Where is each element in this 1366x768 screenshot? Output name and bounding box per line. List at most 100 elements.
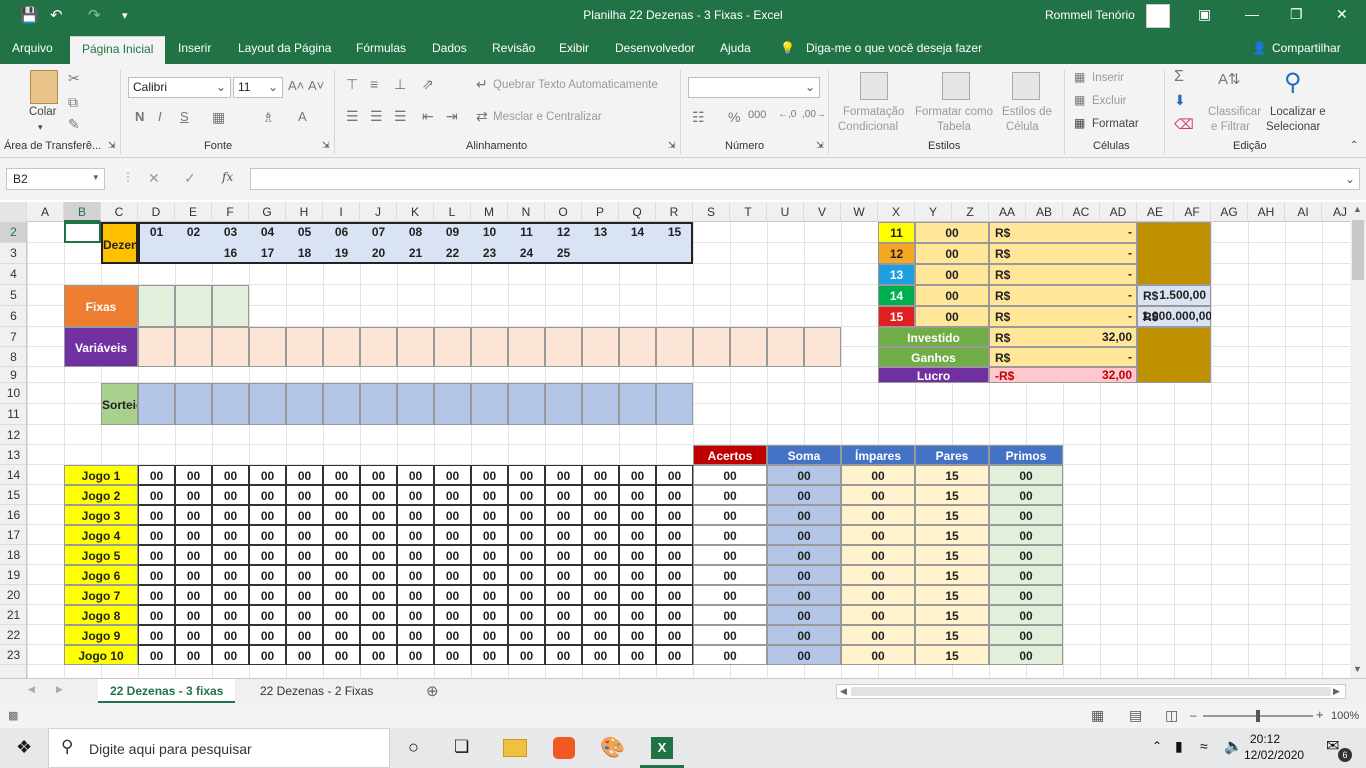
format-painter-icon[interactable]: ✎ — [68, 116, 80, 133]
sorteio-input[interactable] — [434, 383, 471, 425]
jogo-impares[interactable]: 00 — [841, 525, 915, 545]
jogo-number[interactable]: 00 — [323, 465, 360, 485]
jogo-number[interactable]: 00 — [175, 465, 212, 485]
dezena-cell[interactable]: 10 — [471, 222, 508, 243]
scroll-right-icon[interactable]: ▶ — [1333, 686, 1340, 697]
jogo-number[interactable]: 00 — [471, 625, 508, 645]
jogo-number[interactable]: 00 — [582, 565, 619, 585]
row-header-4[interactable]: 4 — [0, 264, 26, 285]
jogo-number[interactable]: 00 — [175, 565, 212, 585]
jogo-number[interactable]: 00 — [212, 545, 249, 565]
jogo-number[interactable]: 00 — [397, 625, 434, 645]
jogo-number[interactable]: 00 — [508, 565, 545, 585]
formula-input[interactable]: ⌄ — [250, 168, 1360, 190]
column-header-ah[interactable]: AH — [1248, 202, 1285, 222]
jogo-primos[interactable]: 00 — [989, 545, 1063, 565]
jogo-number[interactable]: 00 — [286, 525, 323, 545]
column-header-q[interactable]: Q — [619, 202, 656, 222]
column-header-k[interactable]: K — [397, 202, 434, 222]
conditional-format-button-2[interactable]: Condicional — [838, 121, 898, 133]
font-size-combo[interactable]: 11 ⌄ — [233, 77, 283, 98]
number-format-combo[interactable]: ⌄ — [688, 77, 820, 98]
variavel-input[interactable] — [656, 327, 693, 367]
jogo-number[interactable]: 00 — [212, 585, 249, 605]
clock-time[interactable]: 20:12 — [1250, 732, 1280, 746]
insert-function-icon[interactable]: fx — [222, 170, 233, 184]
thousands-icon[interactable]: 000 — [748, 109, 766, 121]
column-header-ag[interactable]: AG — [1211, 202, 1248, 222]
align-center-icon[interactable]: ☰ — [370, 108, 383, 125]
add-sheet-icon[interactable]: ⊕ — [426, 682, 439, 700]
ribbon-display-icon[interactable]: ▣ — [1198, 6, 1211, 23]
jogo-number[interactable]: 00 — [286, 485, 323, 505]
jogo-number[interactable]: 00 — [175, 585, 212, 605]
scroll-up-icon[interactable]: ▲ — [1353, 204, 1362, 214]
jogo-number[interactable]: 00 — [360, 585, 397, 605]
column-header-p[interactable]: P — [582, 202, 619, 222]
prize-value[interactable]: - — [989, 285, 1137, 306]
jogo-number[interactable]: 00 — [175, 545, 212, 565]
sort-filter-button-2[interactable]: e Filtrar — [1211, 121, 1250, 133]
copy-icon[interactable]: ⧉ — [68, 94, 78, 111]
jogo-number[interactable]: 00 — [286, 545, 323, 565]
bold-icon[interactable]: N — [135, 109, 144, 124]
jogo-number[interactable]: 00 — [619, 565, 656, 585]
jogo-number[interactable]: 00 — [175, 485, 212, 505]
column-header-e[interactable]: E — [175, 202, 212, 222]
row-header-8[interactable]: 8 — [0, 347, 26, 367]
jogo-number[interactable]: 00 — [323, 565, 360, 585]
jogo-number[interactable]: 00 — [545, 545, 582, 565]
expand-formula-icon[interactable]: ⌄ — [1345, 172, 1355, 186]
variavel-input[interactable] — [804, 327, 841, 367]
jogo-number[interactable]: 00 — [656, 645, 693, 665]
variavel-input[interactable] — [545, 327, 582, 367]
jogo-number[interactable]: 00 — [508, 485, 545, 505]
dezena-cell[interactable]: 13 — [582, 222, 619, 243]
jogo-number[interactable]: 00 — [434, 585, 471, 605]
jogo-impares[interactable]: 00 — [841, 465, 915, 485]
zoom-out-icon[interactable]: – — [1190, 708, 1197, 722]
jogo-soma[interactable]: 00 — [767, 485, 841, 505]
prize-side-fill[interactable] — [1137, 222, 1211, 285]
align-bottom-icon[interactable]: ⊥ — [394, 76, 406, 93]
jogo-number[interactable]: 00 — [138, 645, 175, 665]
sheet-tab-1[interactable]: 22 Dezenas - 3 fixas — [98, 679, 236, 703]
minimize-icon[interactable]: — — [1245, 6, 1259, 22]
close-icon[interactable]: ✕ — [1336, 6, 1348, 23]
jogo-number[interactable]: 00 — [138, 505, 175, 525]
sorteio-input[interactable] — [471, 383, 508, 425]
column-header-n[interactable]: N — [508, 202, 545, 222]
wrap-text-button[interactable]: Quebrar Texto Automaticamente — [493, 79, 658, 91]
jogo-number[interactable]: 00 — [323, 645, 360, 665]
jogo-number[interactable]: 00 — [619, 545, 656, 565]
variavel-input[interactable] — [360, 327, 397, 367]
share-icon[interactable]: 👤 — [1252, 41, 1267, 55]
jogo-label[interactable]: Jogo 10 — [64, 645, 138, 665]
variavel-input[interactable] — [138, 327, 175, 367]
conditional-format-icon[interactable] — [860, 72, 888, 100]
column-header-x[interactable]: X — [878, 202, 915, 222]
align-left-icon[interactable]: ☰ — [346, 108, 359, 125]
jogo-acertos[interactable]: 00 — [693, 585, 767, 605]
jogo-number[interactable]: 00 — [360, 505, 397, 525]
jogo-impares[interactable]: 00 — [841, 485, 915, 505]
jogo-label[interactable]: Jogo 9 — [64, 625, 138, 645]
prize-hits[interactable]: 14 — [878, 285, 915, 306]
jogo-number[interactable]: 00 — [397, 585, 434, 605]
jogo-number[interactable]: 00 — [212, 605, 249, 625]
format-cells-button[interactable]: Formatar — [1092, 118, 1139, 130]
jogo-number[interactable]: 00 — [619, 645, 656, 665]
dezena-cell[interactable]: 09 — [434, 222, 471, 243]
jogo-number[interactable]: 00 — [175, 645, 212, 665]
wrap-text-icon[interactable]: ↵ — [476, 76, 488, 93]
jogo-number[interactable]: 00 — [471, 525, 508, 545]
jogo-soma[interactable]: 00 — [767, 465, 841, 485]
jogo-number[interactable]: 00 — [286, 585, 323, 605]
jogo-number[interactable]: 00 — [619, 625, 656, 645]
jogo-number[interactable]: 00 — [545, 605, 582, 625]
jogo-number[interactable]: 00 — [582, 625, 619, 645]
jogo-number[interactable]: 00 — [397, 505, 434, 525]
jogo-number[interactable]: 00 — [212, 525, 249, 545]
horizontal-scrollbar[interactable]: ◀ ▶ — [836, 684, 1346, 699]
jogo-number[interactable]: 00 — [508, 625, 545, 645]
